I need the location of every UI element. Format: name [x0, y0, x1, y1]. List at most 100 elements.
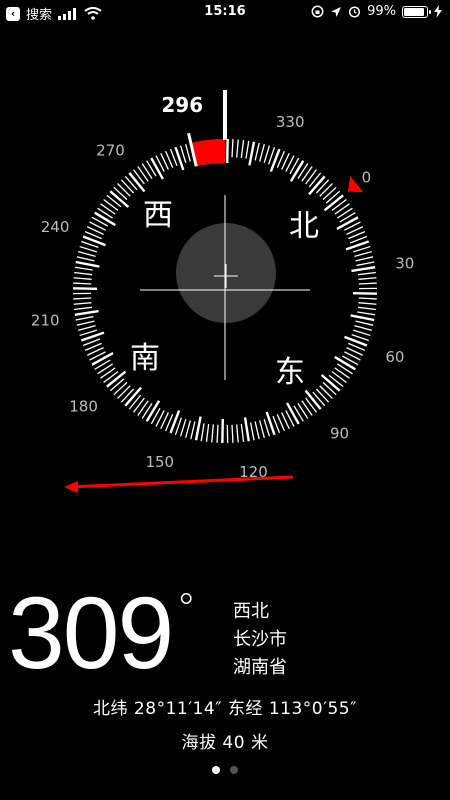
compass-tick	[289, 160, 305, 182]
compass-tick	[179, 418, 187, 437]
compass-tick	[254, 421, 260, 440]
compass-tick	[249, 422, 255, 441]
compass-tick	[328, 374, 344, 388]
compass-tick	[117, 385, 131, 399]
compass-tick	[325, 190, 341, 204]
compass-tick	[106, 194, 122, 208]
compass-tick	[236, 139, 239, 158]
bearing-label: 296	[161, 93, 203, 117]
compass-tick	[312, 391, 326, 407]
compass-tick	[305, 169, 317, 185]
compass-tick	[74, 309, 99, 316]
compass-tick	[352, 329, 371, 337]
compass-tick	[351, 266, 376, 273]
cardinal-south: 南	[130, 341, 160, 376]
compass-dial[interactable]: 0 30 60 90 120 150 180 210 240 270 330 296 西 北 南 东	[0, 0, 450, 560]
coordinates: 北纬 28°11′14″ 东经 113°0′55″	[93, 699, 357, 719]
compass-tick	[357, 271, 376, 276]
compass-tick	[254, 142, 260, 161]
compass-tick	[355, 320, 374, 326]
compass-tick	[133, 397, 145, 413]
compass-tick	[357, 306, 376, 311]
compass-tick	[358, 297, 377, 300]
compass-tick	[73, 302, 92, 305]
compass-tick	[315, 179, 330, 194]
compass-tick	[113, 381, 128, 396]
compass-tick	[263, 145, 271, 164]
degree-label-30: 30	[395, 255, 414, 273]
province-text: 湖南省	[233, 657, 287, 678]
page-dot-1[interactable]	[212, 766, 220, 774]
compass-tick	[354, 251, 372, 257]
degree-label-210: 210	[31, 311, 60, 329]
compass-tick	[301, 400, 313, 416]
direction-text: 西北	[233, 601, 269, 622]
cardinal-north: 北	[289, 209, 319, 244]
compass-tick	[319, 183, 333, 197]
page-dot-2[interactable]	[230, 766, 238, 774]
compass-tick	[141, 163, 153, 179]
compass-tick	[194, 416, 202, 441]
degree-symbol: °	[176, 586, 197, 632]
compass-tick	[150, 157, 164, 180]
compass-tick	[117, 183, 131, 197]
compass-tick	[352, 245, 371, 253]
cardinal-west: 西	[143, 198, 173, 233]
compass-tick	[322, 381, 337, 396]
compass-tick	[103, 199, 119, 211]
compass-tick	[94, 211, 116, 227]
compass-tick	[336, 216, 359, 230]
degree-label-180: 180	[69, 398, 98, 416]
compass-tick	[190, 421, 196, 440]
compass-tick	[137, 400, 149, 416]
degree-label-60: 60	[385, 348, 404, 366]
compass-tick	[286, 402, 300, 425]
compass-tick	[334, 355, 356, 371]
compass-tick	[73, 277, 92, 280]
compass-tick	[73, 282, 92, 285]
compass-tick	[128, 394, 142, 410]
compass-tick	[334, 203, 350, 215]
compass-tick	[79, 245, 98, 253]
compass-tick	[319, 385, 333, 399]
compass-tick	[97, 363, 113, 375]
red-arrow-head-icon	[64, 481, 78, 493]
compass-tick	[356, 261, 375, 267]
compass-tick	[76, 320, 95, 326]
compass-tick	[120, 388, 135, 403]
compass-tick	[245, 140, 250, 159]
page-indicator[interactable]	[0, 766, 450, 774]
compass-tick	[236, 424, 239, 443]
heading-readout: 309 °	[8, 582, 197, 684]
cardinal-east: 东	[275, 355, 305, 390]
compass-tick	[113, 186, 128, 201]
altitude: 海拔 40 米	[181, 733, 269, 753]
compass-tick	[120, 179, 135, 194]
degree-label-240: 240	[41, 218, 70, 236]
compass-tick	[337, 207, 353, 219]
red-arrow-line	[67, 475, 294, 489]
direction-info: 西北 长沙市 湖南省	[233, 598, 287, 682]
compass-tick	[357, 311, 376, 316]
compass-tick	[124, 175, 138, 191]
compass-tick	[308, 172, 322, 188]
compass-tick	[74, 271, 93, 276]
compass-tick	[243, 417, 250, 442]
compass-tick	[78, 251, 96, 257]
compass-tick	[358, 277, 377, 280]
degree-label-0: 0	[362, 168, 372, 186]
compass-tick	[248, 141, 256, 166]
compass-tick	[358, 302, 377, 305]
compass-tick	[216, 424, 219, 443]
compass-tick	[100, 367, 116, 379]
compass-tick	[205, 423, 210, 442]
compass-tick	[301, 166, 313, 182]
compass-tick	[185, 144, 191, 162]
compass-tick	[76, 256, 95, 262]
compass-tick	[179, 145, 187, 164]
compass-tick	[334, 367, 350, 379]
compass-tick	[79, 329, 98, 337]
degree-label-330: 330	[276, 113, 305, 131]
compass-tick	[231, 139, 234, 158]
compass-tick	[145, 400, 161, 422]
